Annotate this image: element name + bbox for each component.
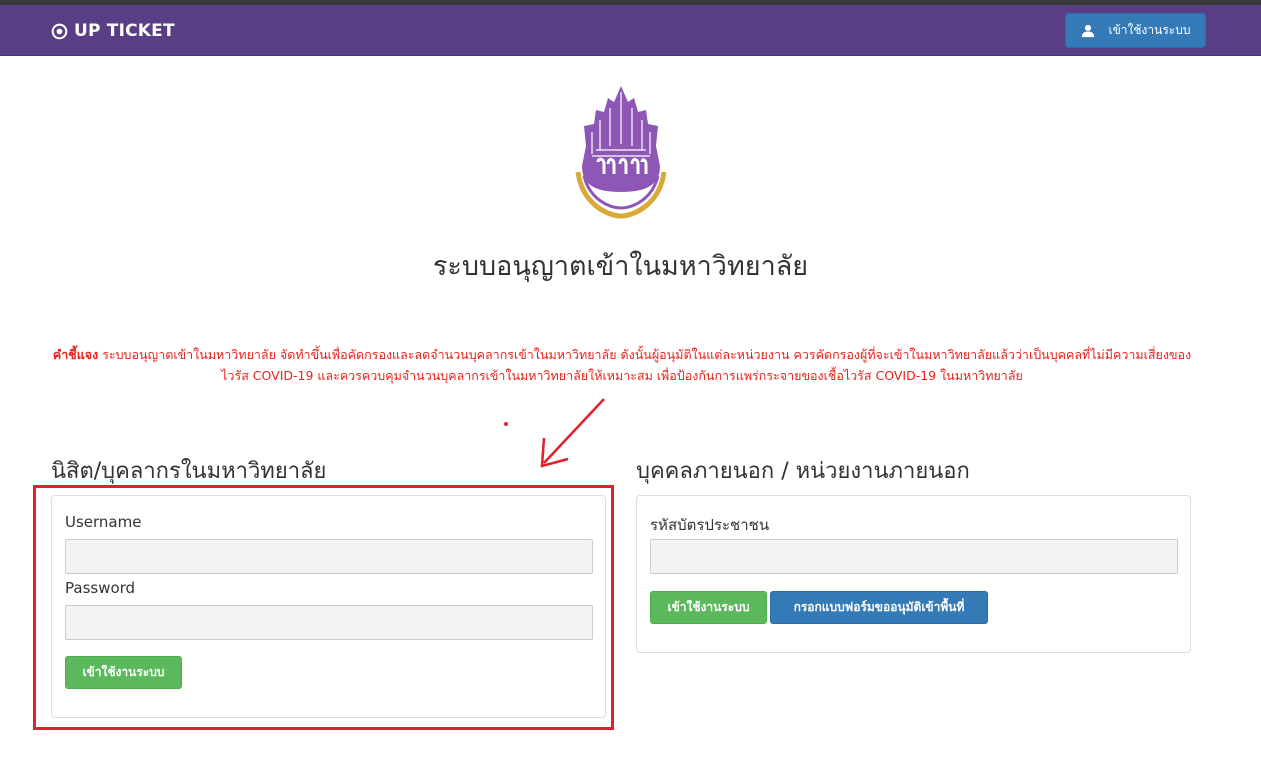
annotation-highlight-box <box>33 485 614 730</box>
external-section-title: บุคคลภายนอก / หน่วยงานภายนอก <box>636 459 970 484</box>
brand[interactable]: UP TICKET <box>51 20 175 42</box>
notice-text: คำชี้แจง ระบบอนุญาตเข้าในมหาวิทยาลัย จัด… <box>52 344 1192 386</box>
notice-body: ระบบอนุญาตเข้าในมหาวิทยาลัย จัดทำขึ้นเพื… <box>98 347 1192 383</box>
id-card-input[interactable] <box>650 539 1178 574</box>
request-access-form-button[interactable]: กรอกแบบฟอร์มขออนุมัติเข้าพื้นที่ <box>770 591 988 624</box>
page-title: ระบบอนุญาตเข้าในมหาวิทยาลัย <box>432 251 809 282</box>
target-icon <box>51 23 68 39</box>
university-logo <box>575 86 667 219</box>
brand-label: UP TICKET <box>74 21 175 41</box>
external-login-button[interactable]: เข้าใช้งานระบบ <box>650 591 767 624</box>
external-login-panel: รหัสบัตรประชาชน เข้าใช้งานระบบ กรอกแบบฟอ… <box>636 495 1191 653</box>
notice-label: คำชี้แจง <box>52 347 99 362</box>
annotation-dot <box>504 422 508 426</box>
user-icon <box>1081 24 1094 37</box>
id-card-label: รหัสบัตรประชาชน <box>650 516 770 534</box>
navbar: UP TICKET เข้าใช้งานระบบ <box>0 5 1261 56</box>
navbar-login-button[interactable]: เข้าใช้งานระบบ <box>1065 13 1206 48</box>
internal-section-title: นิสิต/บุคลากรในมหาวิทยาลัย <box>51 459 327 484</box>
navbar-login-label: เข้าใช้งานระบบ <box>1108 23 1191 37</box>
